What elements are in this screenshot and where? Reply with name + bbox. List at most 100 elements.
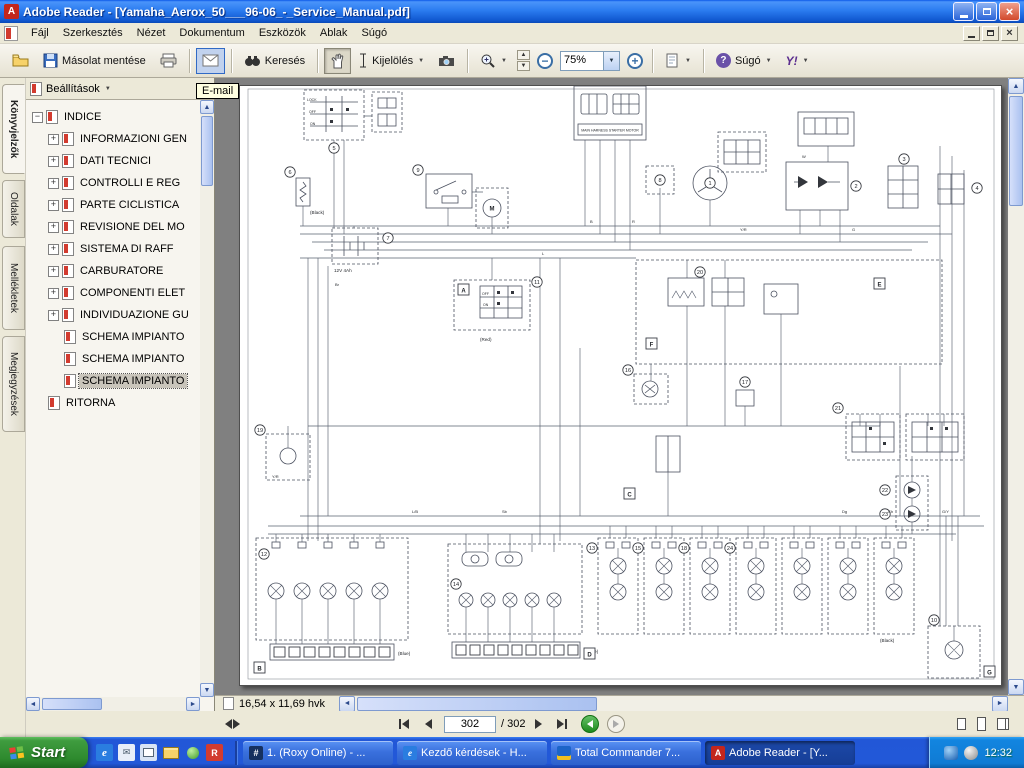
- bookmark-item[interactable]: + SISTEMA DI RAFF: [26, 238, 200, 260]
- tab-attachments[interactable]: Mellékletek: [2, 246, 25, 330]
- page-layout-button[interactable]: ▼: [659, 48, 697, 74]
- select-tool-button[interactable]: Kijelölés ▼: [353, 48, 430, 74]
- bookmark-item[interactable]: − INDICE: [26, 106, 200, 128]
- bookmark-item-selected[interactable]: SCHEMA IMPIANTO: [26, 370, 200, 392]
- menu-document[interactable]: Dokumentum: [172, 25, 251, 41]
- next-page-button[interactable]: [527, 714, 549, 734]
- menu-edit[interactable]: Szerkesztés: [56, 25, 130, 41]
- expand-icon[interactable]: +: [48, 156, 59, 167]
- panel-horizontal-scrollbar[interactable]: ◄ ►: [26, 697, 200, 711]
- help-button[interactable]: ? Súgó ▼: [710, 48, 778, 74]
- mdi-restore-button[interactable]: [982, 26, 999, 41]
- spin-down-icon[interactable]: ▼: [517, 61, 530, 71]
- task-button-roxy[interactable]: # 1. (Roxy Online) - ...: [243, 741, 393, 765]
- mdi-close-button[interactable]: ×: [1001, 26, 1018, 41]
- spin-up-icon[interactable]: ▲: [517, 50, 530, 60]
- panel-vertical-scrollbar[interactable]: ▲ ▼: [200, 100, 214, 697]
- zoom-level-value[interactable]: 75%: [560, 51, 604, 71]
- scrollbar-thumb[interactable]: [201, 116, 213, 186]
- menu-tools[interactable]: Eszközök: [252, 25, 313, 41]
- document-horizontal-scrollbar[interactable]: ◄ ►: [339, 696, 1008, 712]
- bookmark-item[interactable]: + INFORMAZIONI GEN: [26, 128, 200, 150]
- print-button[interactable]: [154, 48, 183, 74]
- search-button[interactable]: Keresés: [238, 48, 311, 74]
- first-page-button[interactable]: [393, 714, 415, 734]
- continuous-view-button[interactable]: [972, 715, 990, 733]
- last-page-button[interactable]: [551, 714, 573, 734]
- collapse-icon[interactable]: −: [32, 112, 43, 123]
- zoom-tool-button[interactable]: ▼: [474, 48, 513, 74]
- start-button[interactable]: Start: [0, 737, 88, 768]
- expand-icon[interactable]: +: [48, 288, 59, 299]
- minimize-button[interactable]: [953, 2, 974, 21]
- bookmark-item[interactable]: SCHEMA IMPIANTO: [26, 348, 200, 370]
- task-button-total-commander[interactable]: Total Commander 7...: [551, 741, 701, 765]
- bookmark-item[interactable]: + INDIVIDUAZIONE GU: [26, 304, 200, 326]
- expand-icon[interactable]: +: [48, 134, 59, 145]
- folder-icon[interactable]: [162, 744, 179, 761]
- bookmark-item[interactable]: + COMPONENTI ELET: [26, 282, 200, 304]
- media-player-icon[interactable]: [184, 744, 201, 761]
- expand-icon[interactable]: +: [48, 310, 59, 321]
- antivirus-icon[interactable]: [944, 746, 958, 760]
- zoom-level-combo[interactable]: 75% ▼: [560, 51, 620, 71]
- tab-pages[interactable]: Oldalak: [2, 180, 25, 238]
- tab-bookmarks[interactable]: Könyvjelzők: [2, 84, 25, 174]
- scrollbar-thumb[interactable]: [42, 698, 102, 710]
- menu-window[interactable]: Ablak: [313, 25, 355, 41]
- panel-splitter-toggle[interactable]: [221, 714, 243, 734]
- hand-tool-button[interactable]: [324, 48, 351, 74]
- mdi-minimize-button[interactable]: [963, 26, 980, 41]
- page-number-input[interactable]: 302: [444, 716, 496, 733]
- previous-view-button[interactable]: [581, 715, 599, 733]
- expand-icon[interactable]: +: [48, 222, 59, 233]
- bookmark-item[interactable]: SCHEMA IMPIANTO: [26, 326, 200, 348]
- snapshot-button[interactable]: [432, 48, 461, 74]
- single-page-view-button[interactable]: [952, 715, 970, 733]
- expand-icon[interactable]: +: [48, 200, 59, 211]
- previous-page-button[interactable]: [417, 714, 439, 734]
- scroll-left-icon[interactable]: ◄: [339, 696, 355, 712]
- email-button[interactable]: [196, 48, 225, 74]
- bookmark-item[interactable]: RITORNA: [26, 392, 200, 414]
- bookmark-item[interactable]: + CONTROLLI E REG: [26, 172, 200, 194]
- menu-view[interactable]: Nézet: [130, 25, 173, 41]
- bookmark-item[interactable]: + REVISIONE DEL MO: [26, 216, 200, 238]
- restore-button[interactable]: [976, 2, 997, 21]
- zoom-spinner[interactable]: ▲▼: [517, 50, 530, 71]
- menu-help[interactable]: Súgó: [354, 25, 394, 41]
- scroll-right-icon[interactable]: ►: [992, 696, 1008, 712]
- next-view-button[interactable]: [607, 715, 625, 733]
- tab-comments[interactable]: Megjegyzések: [2, 336, 25, 432]
- zoom-in-button[interactable]: +: [627, 53, 643, 69]
- ie-icon[interactable]: e: [96, 744, 113, 761]
- save-copy-button[interactable]: Másolat mentése: [37, 48, 152, 74]
- scroll-up-icon[interactable]: ▲: [1008, 78, 1024, 94]
- close-button[interactable]: ×: [999, 2, 1020, 21]
- document-vertical-scrollbar[interactable]: ▲ ▼: [1008, 78, 1024, 695]
- scroll-down-icon[interactable]: ▼: [1008, 679, 1024, 695]
- volume-icon[interactable]: [964, 746, 978, 760]
- task-button-adobe-reader[interactable]: A Adobe Reader - [Y...: [705, 741, 855, 765]
- bookmark-item[interactable]: + PARTE CICLISTICA: [26, 194, 200, 216]
- expand-icon[interactable]: +: [48, 178, 59, 189]
- mail-icon[interactable]: ✉: [118, 744, 135, 761]
- menu-file[interactable]: Fájl: [24, 25, 56, 41]
- facing-view-button[interactable]: [992, 715, 1010, 733]
- scrollbar-thumb[interactable]: [1009, 96, 1023, 206]
- bookmark-item[interactable]: + DATI TECNICI: [26, 150, 200, 172]
- scroll-up-icon[interactable]: ▲: [200, 100, 214, 114]
- pdf-document-icon[interactable]: [4, 26, 18, 41]
- show-desktop-icon[interactable]: [140, 744, 157, 761]
- scroll-right-icon[interactable]: ►: [186, 697, 200, 711]
- zoom-out-button[interactable]: −: [537, 53, 553, 69]
- document-view[interactable]: LOCK OFF ON MAIN HARNESS: [215, 78, 1024, 695]
- open-button[interactable]: [6, 48, 35, 74]
- bookmark-item[interactable]: + CARBURATORE: [26, 260, 200, 282]
- combo-arrow-icon[interactable]: ▼: [604, 51, 620, 71]
- scroll-down-icon[interactable]: ▼: [200, 683, 214, 697]
- bookmarks-options-button[interactable]: Beállítások ▼: [26, 78, 214, 100]
- task-button-browser[interactable]: e Kezdő kérdések - H...: [397, 741, 547, 765]
- yahoo-button[interactable]: Y! ▼: [780, 48, 815, 74]
- scroll-left-icon[interactable]: ◄: [26, 697, 40, 711]
